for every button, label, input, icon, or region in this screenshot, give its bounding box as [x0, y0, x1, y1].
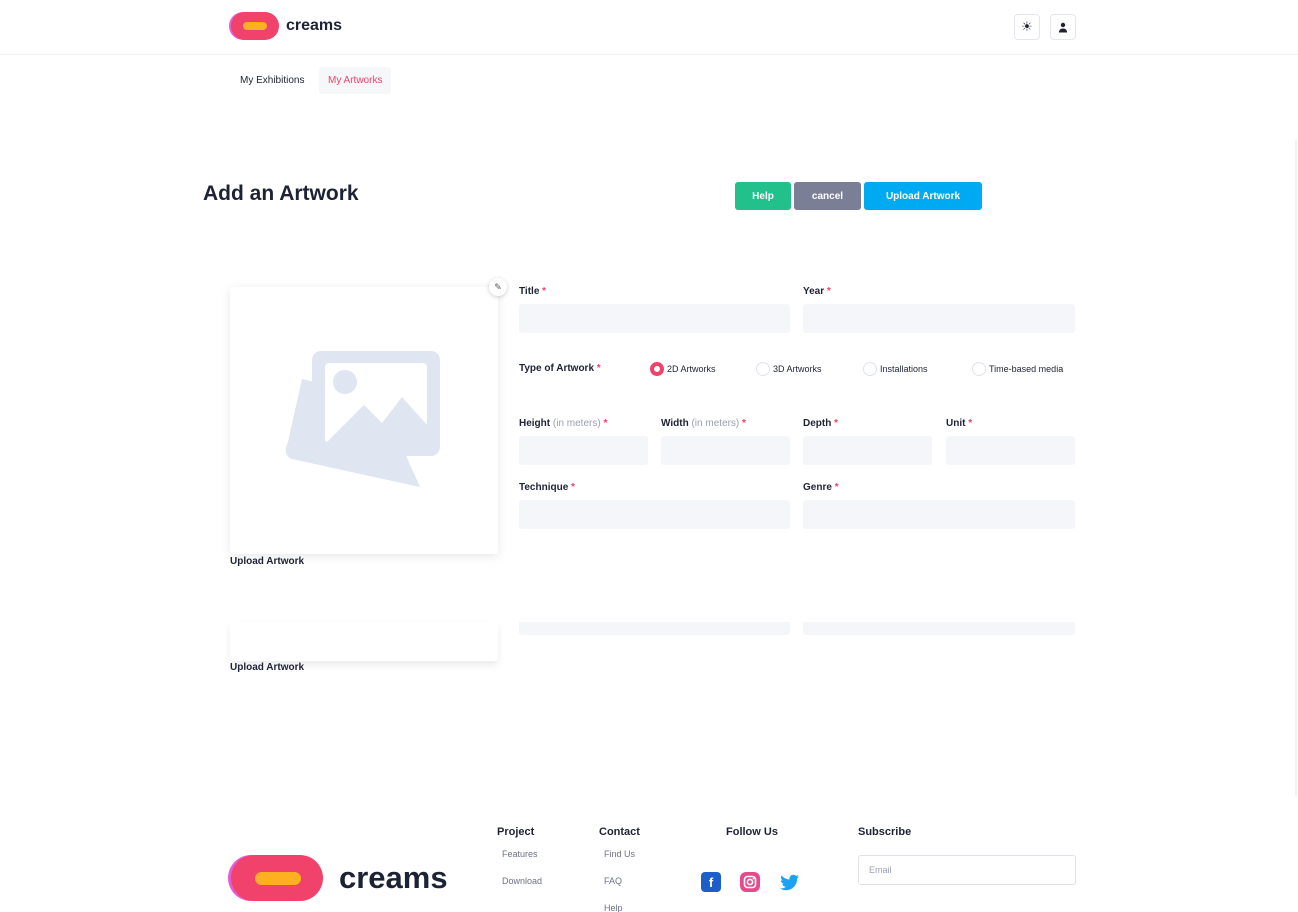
technique-label: Technique *: [519, 482, 575, 493]
required-mark: *: [834, 482, 839, 493]
sun-icon: ☀: [1021, 19, 1033, 34]
radio-3d-artworks[interactable]: 3D Artworks: [756, 362, 822, 376]
brand-logo[interactable]: creams: [231, 12, 342, 40]
footer-link-help[interactable]: Help: [604, 903, 623, 912]
depth-label-text: Depth: [803, 418, 832, 429]
title-input[interactable]: [519, 304, 790, 333]
scrollbar[interactable]: [1295, 140, 1297, 796]
image-caption-duplicate: Upload Artwork: [230, 662, 305, 673]
brand-name: creams: [286, 17, 343, 34]
required-mark: *: [826, 286, 831, 297]
logo-mark-icon: [231, 12, 279, 40]
type-of-artwork-label: Type of Artwork *: [519, 363, 601, 374]
radio-unselected-icon: [972, 362, 986, 376]
unit-input[interactable]: [946, 436, 1075, 465]
radio-time-based-media[interactable]: Time-based media: [972, 362, 1063, 376]
required-mark: *: [596, 363, 601, 374]
ghost-field-right: [803, 622, 1075, 635]
radio-2d-artworks[interactable]: 2D Artworks: [650, 362, 716, 376]
genre-label: Genre *: [803, 482, 839, 493]
instagram-icon[interactable]: [740, 872, 760, 892]
radio-label: 3D Artworks: [773, 364, 822, 374]
type-label-text: Type of Artwork: [519, 363, 595, 374]
year-label-text: Year: [803, 286, 825, 297]
help-button[interactable]: Help: [735, 182, 791, 210]
cancel-button[interactable]: cancel: [794, 182, 861, 210]
year-label: Year *: [803, 286, 831, 297]
footer-link-faq[interactable]: FAQ: [604, 876, 622, 886]
user-menu-button[interactable]: [1050, 14, 1076, 40]
unit-hint: (in meters): [552, 418, 601, 429]
radio-label: Installations: [880, 364, 928, 374]
page-title: Add an Artwork: [203, 182, 359, 205]
year-input[interactable]: [803, 304, 1075, 333]
subscribe-email-input[interactable]: [858, 855, 1076, 885]
facebook-icon[interactable]: f: [701, 872, 721, 892]
image-caption: Upload Artwork: [230, 556, 305, 567]
required-mark: *: [571, 482, 575, 493]
technique-input[interactable]: [519, 500, 790, 529]
footer-brand-name: creams: [339, 860, 448, 895]
height-input[interactable]: [519, 436, 648, 465]
footer-link-download[interactable]: Download: [502, 876, 542, 886]
title-label-text: Title: [519, 286, 540, 297]
genre-input[interactable]: [803, 500, 1075, 529]
radio-unselected-icon: [756, 362, 770, 376]
twitter-icon[interactable]: [780, 872, 800, 892]
height-label-text: Height: [519, 418, 551, 429]
footer-heading-subscribe: Subscribe: [858, 826, 912, 838]
footer-brand-logo[interactable]: creams: [231, 855, 448, 901]
edit-image-button[interactable]: ✎: [489, 278, 507, 296]
footer-link-features[interactable]: Features: [502, 849, 538, 859]
width-input[interactable]: [661, 436, 790, 465]
depth-input[interactable]: [803, 436, 932, 465]
tab-my-exhibitions[interactable]: My Exhibitions: [231, 67, 313, 94]
required-mark: *: [834, 418, 839, 429]
user-icon: [1059, 22, 1067, 32]
unit-hint: (in meters): [691, 418, 740, 429]
required-mark: *: [542, 286, 547, 297]
radio-installations[interactable]: Installations: [863, 362, 928, 376]
artwork-image-dropzone[interactable]: [230, 287, 498, 554]
image-placeholder-icon: [285, 351, 440, 487]
upload-artwork-button[interactable]: Upload Artwork: [864, 182, 982, 210]
pencil-icon: ✎: [494, 281, 502, 292]
tab-my-artworks[interactable]: My Artworks: [319, 67, 392, 94]
footer-heading-contact: Contact: [599, 826, 640, 838]
radio-label: Time-based media: [989, 364, 1064, 374]
required-mark: *: [603, 418, 608, 429]
footer-heading-follow: Follow Us: [726, 826, 778, 838]
logo-mark-icon: [231, 855, 323, 901]
unit-label-text: Unit: [946, 418, 966, 429]
required-mark: *: [968, 418, 973, 429]
required-mark: *: [742, 418, 746, 429]
width-label-text: Width: [661, 418, 689, 429]
footer-heading-project: Project: [497, 826, 535, 838]
radio-label: 2D Artworks: [667, 364, 716, 374]
top-header: creams ☀: [0, 0, 1298, 55]
unit-label: Unit *: [946, 418, 972, 429]
technique-label-text: Technique: [519, 482, 569, 493]
theme-toggle-button[interactable]: ☀: [1014, 14, 1040, 40]
radio-unselected-icon: [863, 362, 877, 376]
footer-link-find-us[interactable]: Find Us: [604, 849, 635, 859]
radio-selected-icon: [650, 362, 664, 376]
artwork-image-dropzone-duplicate: [230, 622, 498, 661]
depth-label: Depth *: [803, 418, 838, 429]
genre-label-text: Genre: [803, 482, 832, 493]
ghost-field-left: [519, 622, 790, 635]
height-label: Height (in meters) *: [519, 418, 607, 429]
title-label: Title *: [519, 286, 546, 297]
width-label: Width (in meters) *: [661, 418, 746, 429]
